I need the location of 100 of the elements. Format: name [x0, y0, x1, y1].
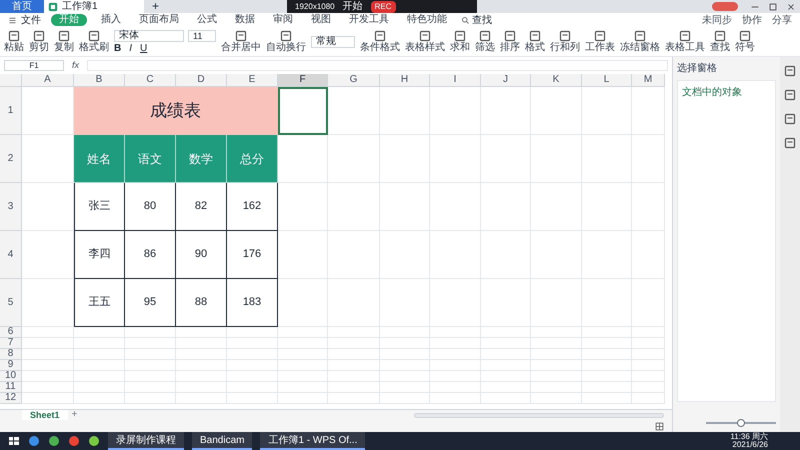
- empty-cell[interactable]: [481, 338, 531, 349]
- font-name-field[interactable]: 宋体: [114, 30, 184, 42]
- row-header[interactable]: 7: [0, 338, 22, 349]
- format-button[interactable]: I: [129, 42, 132, 54]
- row-header[interactable]: 9: [0, 360, 22, 371]
- empty-cell[interactable]: [380, 183, 430, 231]
- toolbar-button[interactable]: 冻结窗格: [620, 30, 660, 53]
- format-button[interactable]: B: [114, 42, 122, 54]
- toolbar-link[interactable]: 未同步: [702, 12, 732, 28]
- empty-cell[interactable]: [582, 360, 632, 371]
- empty-cell[interactable]: [380, 382, 430, 393]
- taskbar-app[interactable]: Bandicam: [192, 432, 252, 450]
- toolbar-button[interactable]: 合并居中: [221, 30, 261, 53]
- file-menu[interactable]: 文件: [8, 12, 41, 28]
- empty-cell[interactable]: [481, 371, 531, 382]
- empty-cell[interactable]: [380, 231, 430, 279]
- toolbar-button[interactable]: 粘贴: [4, 30, 24, 53]
- empty-cell[interactable]: [278, 231, 328, 279]
- empty-cell[interactable]: [380, 87, 430, 135]
- column-header[interactable]: A: [22, 74, 74, 87]
- empty-cell[interactable]: [328, 349, 380, 360]
- empty-cell[interactable]: [632, 135, 665, 183]
- empty-cell[interactable]: [328, 87, 380, 135]
- empty-cell[interactable]: [380, 393, 430, 404]
- empty-cell[interactable]: [278, 393, 328, 404]
- empty-cell[interactable]: [481, 135, 531, 183]
- empty-cell[interactable]: [74, 371, 125, 382]
- toolbar-button[interactable]: 行和列: [550, 30, 580, 53]
- empty-cell[interactable]: [632, 371, 665, 382]
- empty-cell[interactable]: [481, 393, 531, 404]
- formula-input[interactable]: [87, 60, 668, 71]
- column-header[interactable]: L: [582, 74, 632, 87]
- empty-cell[interactable]: [328, 183, 380, 231]
- empty-cell[interactable]: [227, 371, 278, 382]
- row-header[interactable]: 1: [0, 87, 22, 135]
- empty-cell[interactable]: [380, 360, 430, 371]
- empty-cell[interactable]: [430, 349, 481, 360]
- empty-cell[interactable]: [582, 371, 632, 382]
- empty-cell[interactable]: [632, 183, 665, 231]
- column-header[interactable]: H: [380, 74, 430, 87]
- empty-cell[interactable]: [125, 349, 176, 360]
- toolbar-link[interactable]: 分享: [772, 12, 792, 28]
- row-header[interactable]: 8: [0, 349, 22, 360]
- ribbon-tab[interactable]: 页面布局: [135, 14, 183, 26]
- toolbar-button[interactable]: 符号: [735, 30, 755, 53]
- column-header[interactable]: K: [531, 74, 582, 87]
- empty-cell[interactable]: [74, 393, 125, 404]
- column-header[interactable]: F: [278, 74, 328, 87]
- empty-cell[interactable]: [582, 327, 632, 338]
- row-header[interactable]: 11: [0, 382, 22, 393]
- empty-cell[interactable]: [125, 393, 176, 404]
- empty-cell[interactable]: [74, 360, 125, 371]
- empty-cell[interactable]: [278, 279, 328, 327]
- empty-cell[interactable]: [328, 327, 380, 338]
- font-size-field[interactable]: 11: [188, 30, 216, 42]
- empty-cell[interactable]: [380, 279, 430, 327]
- empty-cell[interactable]: [430, 183, 481, 231]
- taskbar-app[interactable]: 工作簿1 - WPS Of...: [260, 432, 366, 450]
- selected-cell[interactable]: [278, 87, 328, 135]
- column-header[interactable]: M: [632, 74, 665, 87]
- toolbar-button[interactable]: 排序: [500, 30, 520, 53]
- empty-cell[interactable]: [632, 393, 665, 404]
- empty-cell[interactable]: [430, 382, 481, 393]
- empty-cell[interactable]: [380, 327, 430, 338]
- toolbar-button[interactable]: 表格工具: [665, 30, 705, 53]
- toolbar-button[interactable]: 工作表: [585, 30, 615, 53]
- empty-cell[interactable]: [278, 360, 328, 371]
- column-header[interactable]: E: [227, 74, 278, 87]
- ribbon-tab[interactable]: 公式: [193, 14, 221, 26]
- empty-cell[interactable]: [430, 371, 481, 382]
- empty-cell[interactable]: [632, 349, 665, 360]
- empty-cell[interactable]: [531, 371, 582, 382]
- empty-cell[interactable]: [380, 338, 430, 349]
- new-tab-button[interactable]: +: [144, 0, 168, 13]
- toolbar-button[interactable]: 格式刷: [79, 30, 109, 53]
- empty-cell[interactable]: [430, 338, 481, 349]
- empty-cell[interactable]: [125, 371, 176, 382]
- empty-cell[interactable]: [176, 393, 227, 404]
- search-button[interactable]: 查找: [461, 12, 492, 28]
- toolbar-link[interactable]: 协作: [742, 12, 762, 28]
- empty-cell[interactable]: [176, 338, 227, 349]
- empty-cell[interactable]: [481, 183, 531, 231]
- empty-cell[interactable]: [632, 231, 665, 279]
- empty-cell[interactable]: [582, 338, 632, 349]
- row-header[interactable]: 12: [0, 393, 22, 404]
- empty-cell[interactable]: [227, 338, 278, 349]
- empty-cell[interactable]: [176, 327, 227, 338]
- empty-cell[interactable]: [632, 338, 665, 349]
- toolbar-button[interactable]: 剪切: [29, 30, 49, 53]
- empty-cell[interactable]: [481, 349, 531, 360]
- format-button[interactable]: U: [140, 42, 148, 54]
- empty-cell[interactable]: [481, 87, 531, 135]
- toolbar-button[interactable]: 筛选: [475, 30, 495, 53]
- empty-cell[interactable]: [531, 183, 582, 231]
- empty-cell[interactable]: [278, 382, 328, 393]
- toolbar-button[interactable]: 自动换行: [266, 30, 306, 53]
- empty-cell[interactable]: [531, 393, 582, 404]
- empty-cell[interactable]: [227, 382, 278, 393]
- empty-cell[interactable]: [227, 393, 278, 404]
- empty-cell[interactable]: [176, 371, 227, 382]
